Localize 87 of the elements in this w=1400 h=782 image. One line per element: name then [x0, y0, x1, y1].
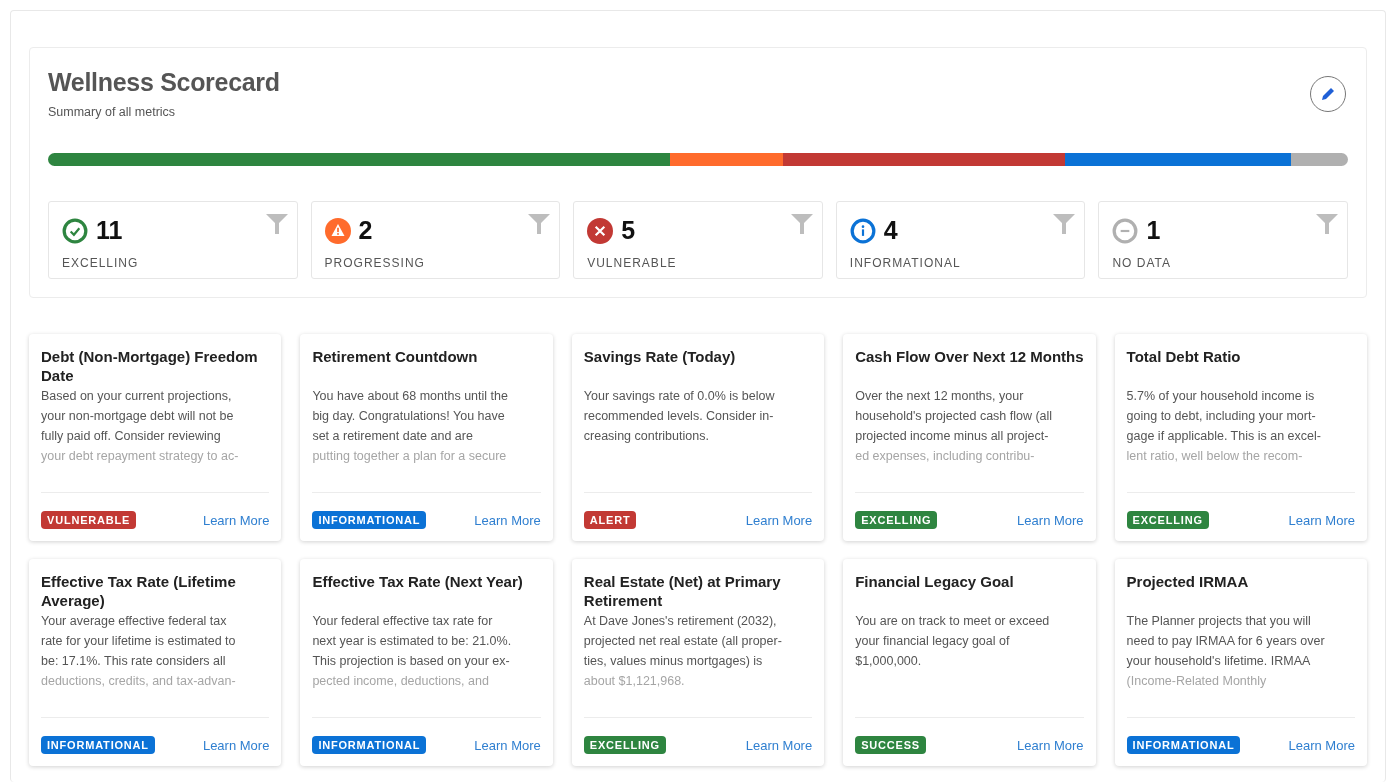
card-title: Savings Rate (Today)	[583, 347, 737, 367]
learn-more-link[interactable]: Learn More	[1017, 737, 1084, 753]
card-description-line: ed expenses, including contribu-	[855, 448, 1036, 465]
card-title: Total Debt Ratio	[1126, 347, 1242, 367]
card-description-line: be: 17.1%. This rate considers all	[41, 653, 227, 670]
card-title: Retirement Countdown	[312, 347, 479, 367]
learn-more-link[interactable]: Learn More	[1288, 737, 1355, 753]
learn-more-link[interactable]: Learn More	[1017, 512, 1084, 528]
learn-more-link[interactable]: Learn More	[745, 737, 813, 753]
status-label: EXCELLING	[62, 256, 139, 270]
status-count: 2	[358, 216, 373, 245]
card-description-line: lent ratio, well below the recom-	[1126, 448, 1304, 465]
card-title: Projected IRMAA	[1126, 572, 1250, 592]
card-description-line: Based on your current projections,	[41, 388, 233, 405]
card-description-line: your financial legacy goal of	[855, 633, 1011, 650]
status-badge: INFORMATIONAL	[1126, 736, 1241, 754]
learn-more-link[interactable]: Learn More	[745, 512, 813, 528]
pencil-icon	[1320, 86, 1336, 102]
status-label: NO DATA	[1112, 256, 1171, 270]
card-title: Effective Tax Rate (Next Year)	[312, 572, 524, 592]
status-badge: INFORMATIONAL	[312, 511, 427, 529]
status-badge: ALERT	[583, 511, 637, 529]
card-description-line: The Planner projects that you will	[1126, 613, 1312, 630]
status-badge: EXCELLING	[1126, 511, 1209, 529]
scorecard-title: Wellness Scorecard	[48, 68, 280, 97]
filter-icon[interactable]	[789, 212, 814, 236]
status-badge: VULNERABLE	[41, 511, 137, 529]
card-description-line: household's projected cash flow (all	[855, 408, 1054, 425]
learn-more-link[interactable]: Learn More	[202, 737, 270, 753]
card-title: Debt (Non-Mortgage) Freedom Date	[41, 347, 259, 385]
card-description-line: set a retirement date and are	[312, 428, 474, 445]
card-description-line: your household's lifetime. IRMAA	[1126, 653, 1312, 670]
card-description-line: big day. Congratulations! You have	[312, 408, 506, 425]
filter-icon[interactable]	[1315, 212, 1339, 236]
card-description-line: Your average effective federal tax	[41, 613, 228, 630]
card-description-line: your non-mortgage debt will not be	[41, 408, 235, 425]
edit-button[interactable]	[1310, 76, 1346, 112]
filter-icon[interactable]	[527, 212, 552, 236]
card-description-line: $1,000,000.	[855, 653, 923, 670]
card-description-line: going to debt, including your mort-	[1126, 408, 1317, 425]
card-description-line: ties, values minus mortgages) is	[583, 653, 764, 670]
card-description-line: projected income minus all project-	[855, 428, 1050, 445]
status-count: 5	[621, 216, 636, 245]
card-description-line: rate for your lifetime is estimated to	[41, 633, 237, 650]
card-description-line: pected income, deductions, and	[312, 673, 490, 690]
card-description-line: You are on track to meet or exceed	[855, 613, 1051, 630]
card-title: Cash Flow Over Next 12 Months	[855, 347, 1084, 367]
status-badge: EXCELLING	[583, 736, 666, 754]
status-label: INFORMATIONAL	[849, 256, 961, 270]
card-description-line: This projection is based on your ex-	[312, 653, 511, 670]
card-description-line: Over the next 12 months, your	[855, 388, 1025, 405]
filter-icon[interactable]	[1052, 212, 1077, 236]
card-description-line: projected net real estate (all proper-	[583, 633, 783, 650]
card-description-line: Your savings rate of 0.0% is below	[583, 388, 776, 405]
status-badge: INFORMATIONAL	[312, 736, 427, 754]
learn-more-link[interactable]: Learn More	[474, 737, 541, 753]
card-description-line: Your federal effective tax rate for	[312, 613, 494, 630]
status-badge: EXCELLING	[855, 511, 938, 529]
card-description-line: (Income-Related Monthly	[1126, 673, 1268, 690]
status-label: PROGRESSING	[324, 256, 425, 270]
filter-icon[interactable]	[264, 212, 289, 236]
card-title: Real Estate (Net) at Primary Retirement	[583, 572, 782, 610]
card-description-line: your debt repayment strategy to ac-	[41, 448, 240, 465]
card-description-line: You have about 68 months until the	[312, 388, 509, 405]
status-count: 1	[1146, 216, 1161, 245]
status-count: 4	[883, 216, 898, 245]
learn-more-link[interactable]: Learn More	[474, 512, 541, 528]
card-description-line: deductions, credits, and tax-advan-	[41, 673, 237, 690]
status-badge: INFORMATIONAL	[41, 736, 155, 754]
status-badge: SUCCESS	[855, 736, 926, 754]
status-count: 11	[96, 216, 123, 245]
card-title: Financial Legacy Goal	[855, 572, 1015, 592]
card-description-line: next year is estimated to be: 21.0%.	[312, 633, 513, 650]
card-description-line: creasing contributions.	[583, 428, 710, 445]
card-description-line: 5.7% of your household income is	[1126, 388, 1316, 405]
learn-more-link[interactable]: Learn More	[202, 512, 270, 528]
card-description-line: fully paid off. Consider reviewing	[41, 428, 222, 445]
card-description-line: need to pay IRMAA for 6 years over	[1126, 633, 1326, 650]
learn-more-link[interactable]: Learn More	[1288, 512, 1355, 528]
card-description-line: putting together a plan for a secure	[312, 448, 508, 465]
card-description-line: recommended levels. Consider in-	[583, 408, 775, 425]
card-title: Effective Tax Rate (Lifetime Average)	[41, 572, 237, 610]
status-label: VULNERABLE	[587, 256, 677, 270]
card-description-line: At Dave Jones's retirement (2032),	[583, 613, 778, 630]
card-description-line: about $1,121,968.	[583, 673, 686, 690]
scorecard-subtitle: Summary of all metrics	[48, 105, 177, 119]
card-description-line: gage if applicable. This is an excel-	[1126, 428, 1322, 445]
